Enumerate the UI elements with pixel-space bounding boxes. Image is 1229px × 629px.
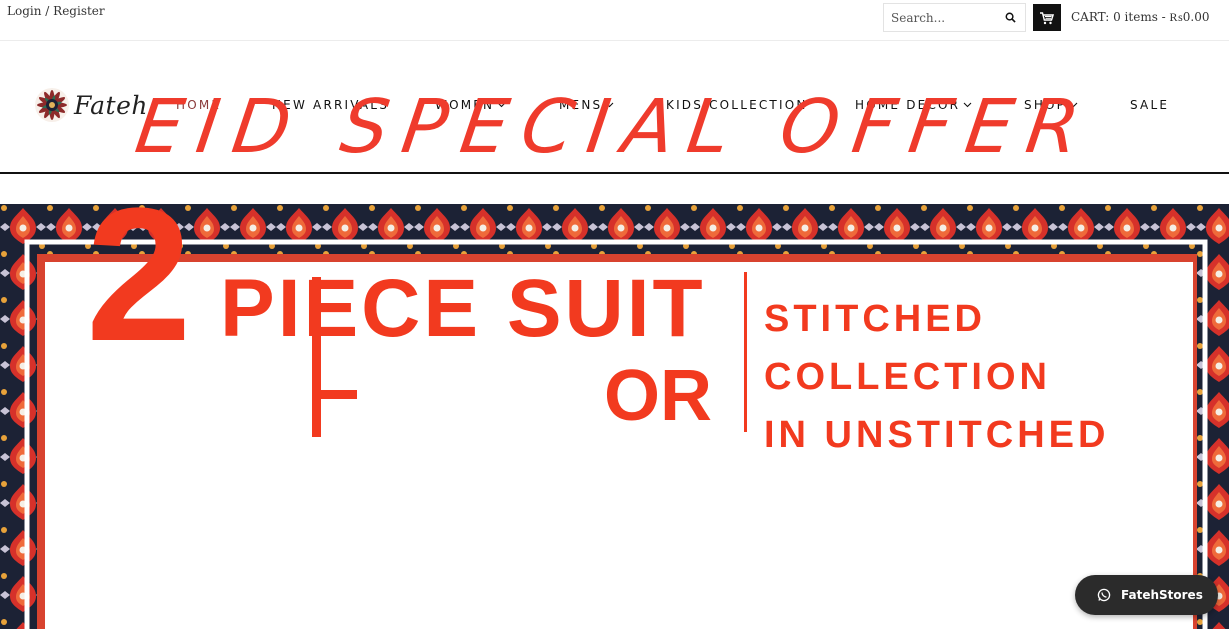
search-input[interactable] <box>884 4 996 31</box>
offer-line: COLLECTION <box>764 356 1051 398</box>
register-link[interactable]: Register <box>53 4 104 18</box>
cart-icon <box>1040 11 1055 24</box>
offer-title: EID SPECIAL OFFER <box>130 84 1099 170</box>
offer-line: IN UNSTITCHED <box>764 414 1110 456</box>
account-links: Login / Register <box>7 4 105 18</box>
cart-summary[interactable]: CART: 0 items - ₨0.00 <box>1071 10 1209 25</box>
offer-right-text: STITCHED COLLECTION IN UNSTITCHED <box>764 290 1109 464</box>
top-bar: Login / Register CART: 0 items - ₨0.00 <box>0 0 1229 41</box>
whatsapp-icon <box>1097 588 1111 602</box>
whatsapp-label: FatehStores <box>1121 588 1203 602</box>
cart-button[interactable] <box>1033 4 1061 31</box>
decorative-bar <box>312 390 357 399</box>
decorative-bar <box>312 277 321 437</box>
search-icon[interactable] <box>1005 12 1016 23</box>
offer-divider <box>744 272 747 432</box>
search-box <box>883 3 1026 32</box>
offer-line: STITCHED <box>764 298 986 340</box>
offer-or: OR <box>604 356 712 436</box>
offer-big-number: 2 <box>86 169 192 381</box>
account-separator: / <box>45 4 50 18</box>
whatsapp-chat-button[interactable]: FatehStores <box>1075 575 1218 615</box>
offer-piece-suit: PIECE SUIT <box>220 263 706 354</box>
login-link[interactable]: Login <box>7 4 41 18</box>
